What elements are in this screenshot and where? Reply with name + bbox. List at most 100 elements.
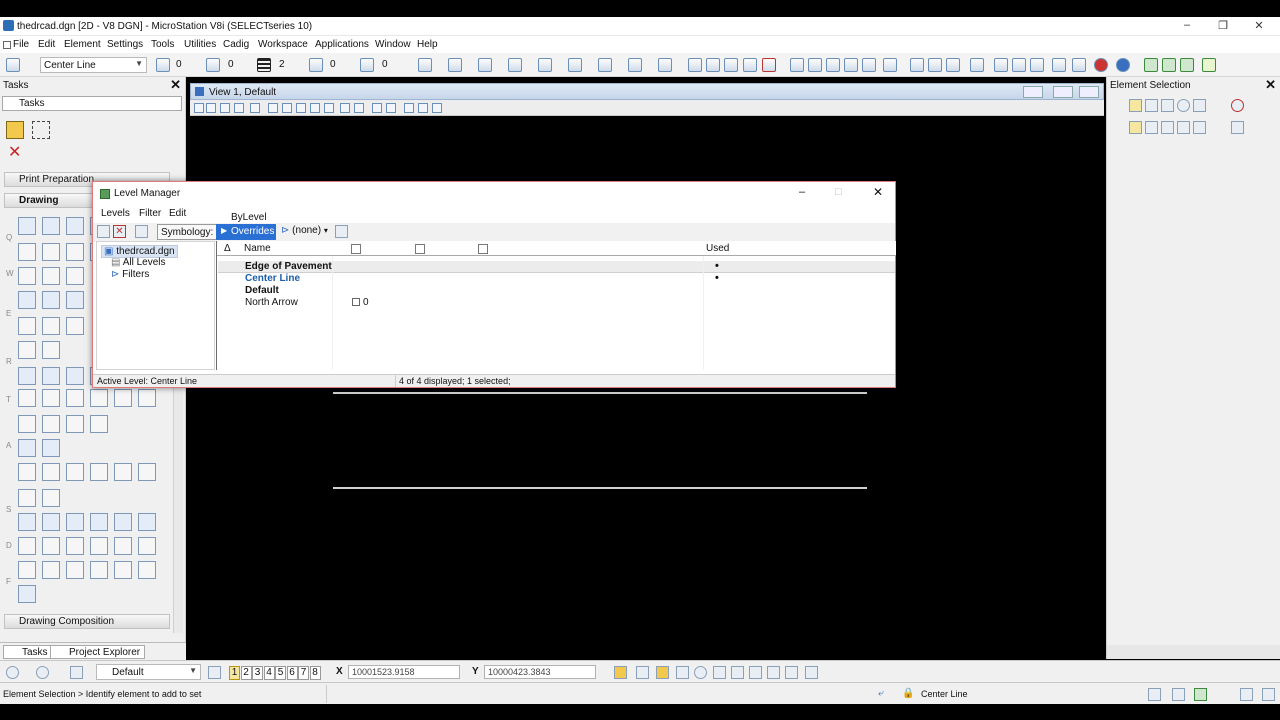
selection-line-icon[interactable] (1193, 99, 1206, 112)
x-coord-field[interactable]: 10001523.9158 (348, 665, 460, 679)
view-maximize-button[interactable] (1053, 86, 1073, 98)
batch-print-icon[interactable] (808, 58, 822, 72)
view-control-icon[interactable] (206, 103, 216, 113)
section-drawing-composition[interactable]: Drawing Composition (4, 614, 170, 629)
active-level-combo[interactable]: Center Line ▼ (40, 57, 147, 73)
drawing-tool-icon[interactable] (114, 561, 132, 579)
drawing-tool-icon[interactable] (138, 537, 156, 555)
drawing-tool-icon[interactable] (114, 513, 132, 531)
help-doc-icon[interactable] (1202, 58, 1216, 72)
priority-icon[interactable] (360, 58, 374, 72)
selection-circle-icon[interactable] (1177, 99, 1190, 112)
view-control-icon[interactable] (220, 103, 230, 113)
view-control-icon[interactable] (404, 103, 414, 113)
sort-indicator[interactable]: Δ (224, 243, 231, 254)
restore-button[interactable]: ❐ (1208, 19, 1238, 34)
drawing-tool-icon[interactable] (42, 217, 60, 235)
delete-element-icon[interactable]: ✕ (8, 145, 26, 163)
cut-icon[interactable] (994, 58, 1008, 72)
import-icon[interactable] (1180, 58, 1194, 72)
drawn-line-upper[interactable] (333, 392, 867, 394)
tool-icon-5[interactable] (862, 58, 876, 72)
snap-bisector-icon[interactable] (731, 666, 744, 679)
lm-menu-edit[interactable]: Edit (169, 208, 186, 219)
snap-icon[interactable] (658, 58, 672, 72)
menu-help[interactable]: Help (417, 39, 438, 50)
y-coord-field[interactable]: 10000423.3843 (484, 665, 596, 679)
drawing-tool-icon[interactable] (138, 513, 156, 531)
drawing-tool-icon[interactable] (90, 389, 108, 407)
level-checkbox[interactable] (352, 298, 360, 306)
line-weight-icon[interactable] (257, 58, 271, 72)
element-selection-close-icon[interactable]: ✕ (1265, 77, 1276, 93)
accudraw-icon[interactable] (628, 58, 642, 72)
drawing-tool-icon[interactable] (66, 415, 84, 433)
level-row-edge-of-pavement[interactable]: Edge of Pavement • (218, 260, 895, 273)
measure-tool-icon[interactable] (128, 121, 146, 139)
move-tool-icon[interactable] (56, 121, 74, 139)
mode-subtract-icon[interactable] (1161, 121, 1174, 134)
drawing-tool-icon[interactable] (90, 463, 108, 481)
level-row-north-arrow[interactable]: North Arrow 0 (218, 297, 895, 309)
print-icon[interactable] (970, 58, 984, 72)
filter-combo[interactable]: ⊳ (none) ▾ (281, 225, 328, 236)
status-options-icon[interactable] (1262, 688, 1275, 701)
view-6-button[interactable]: 6 (286, 666, 298, 680)
column-freeze-icon[interactable] (415, 244, 425, 254)
mode-new-icon[interactable] (1129, 121, 1142, 134)
drawing-tool-icon[interactable] (18, 367, 36, 385)
line-style-icon[interactable] (206, 58, 220, 72)
view-1-button[interactable]: 1 (229, 666, 240, 680)
drawing-tool-icon[interactable] (66, 217, 84, 235)
drawing-tool-icon[interactable] (114, 389, 132, 407)
analyze-icon[interactable] (724, 58, 738, 72)
back-icon[interactable] (6, 666, 19, 679)
drawing-tool-icon[interactable] (18, 513, 36, 531)
drawing-tool-icon[interactable] (66, 561, 84, 579)
tab-project-explorer[interactable]: Project Explorer (50, 645, 146, 659)
tool-icon-3[interactable] (826, 58, 840, 72)
view-control-icon[interactable] (282, 103, 292, 113)
transparency-icon[interactable] (309, 58, 323, 72)
level-display-icon[interactable] (568, 58, 582, 72)
drawing-tool-icon[interactable] (90, 513, 108, 531)
drawing-tool-icon[interactable] (18, 317, 36, 335)
view-3-button[interactable]: 3 (252, 666, 263, 680)
snap-parallel-icon[interactable] (785, 666, 798, 679)
view-group-combo[interactable]: Default ▼ (96, 664, 201, 680)
accudraw-status-icon[interactable]: ⤶ (878, 688, 891, 701)
new-file-icon[interactable] (910, 58, 924, 72)
drawing-tool-icon[interactable] (18, 415, 36, 433)
drawn-line-lower[interactable] (333, 487, 867, 489)
snap-intersection-icon[interactable] (749, 666, 762, 679)
drawing-tool-icon[interactable] (42, 243, 60, 261)
view-close-button[interactable] (1079, 86, 1099, 98)
element-selection-icon[interactable] (6, 58, 20, 72)
redo-icon[interactable] (1072, 58, 1086, 72)
clear-selection-icon[interactable] (1231, 99, 1244, 112)
menu-window[interactable]: Window (375, 39, 411, 50)
view-4-button[interactable]: 4 (263, 666, 275, 680)
view-control-icon[interactable] (234, 103, 244, 113)
overrides-option[interactable]: ▶ Overrides (216, 224, 276, 240)
drawing-tool-icon[interactable] (42, 389, 60, 407)
drawing-tool-icon[interactable] (42, 317, 60, 335)
view-control-icon[interactable] (372, 103, 382, 113)
drawing-tool-icon[interactable] (90, 561, 108, 579)
drawing-tool-icon[interactable] (42, 267, 60, 285)
lm-close-button[interactable]: ✕ (873, 185, 883, 199)
sync-status-icon[interactable] (1194, 688, 1207, 701)
snap-midpoint-icon[interactable] (656, 666, 669, 679)
fence-tool-icon[interactable] (32, 121, 50, 139)
menu-tools[interactable]: Tools (151, 39, 174, 50)
drawing-tool-icon[interactable] (90, 415, 108, 433)
drawing-tool-icon[interactable] (138, 463, 156, 481)
info-icon[interactable] (688, 58, 702, 72)
level-lock-icon[interactable]: 🔒 (902, 688, 915, 701)
drawing-tool-icon[interactable] (18, 389, 36, 407)
lm-menu-levels[interactable]: Levels (101, 208, 130, 219)
menu-file[interactable]: File (13, 39, 29, 50)
selection-options-icon[interactable] (1231, 121, 1244, 134)
drawing-tool-icon[interactable] (18, 489, 36, 507)
menu-edit[interactable]: Edit (38, 39, 55, 50)
